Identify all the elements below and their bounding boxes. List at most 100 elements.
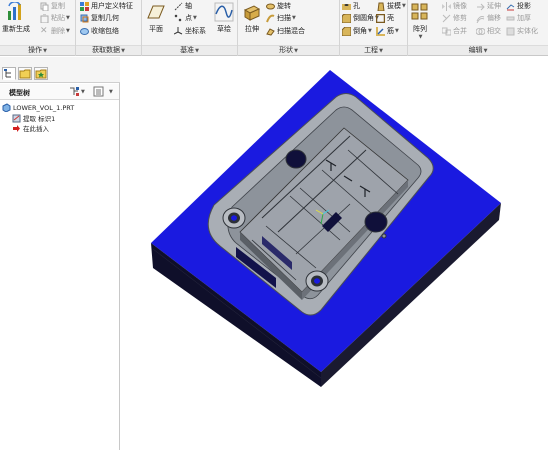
tree-item-extract[interactable]: 提取 标识1	[12, 113, 55, 123]
pattern-dropdown-icon[interactable]: ▼	[419, 34, 423, 40]
project-icon	[506, 2, 515, 11]
thicken-button[interactable]: 加厚	[506, 13, 531, 23]
shell-button[interactable]: 壳	[375, 13, 394, 23]
point-button[interactable]: 点 ▼	[174, 13, 197, 23]
extrude-label: 拉伸	[245, 25, 259, 33]
round-icon	[341, 13, 352, 23]
model-tree-toolbar: 模型树 ▼ ▼	[0, 84, 119, 100]
get-data-dropdown-icon: ▼	[121, 48, 125, 54]
graphics-viewport[interactable]	[121, 57, 548, 450]
copy-geometry-icon	[80, 14, 89, 23]
datum-group-text: 基准	[180, 46, 195, 54]
project-button[interactable]: 投影	[506, 1, 531, 11]
tree-filters-dropdown-icon[interactable]: ▼	[81, 89, 85, 95]
copy-button[interactable]: 复制	[40, 1, 65, 11]
trim-button[interactable]: 修剪	[442, 13, 467, 23]
offset-icon	[476, 14, 485, 23]
swept-blend-button[interactable]: 扫描混合	[266, 26, 305, 36]
pattern-button[interactable]: 阵列 ▼	[410, 2, 430, 40]
trim-icon	[442, 14, 451, 23]
regenerate-button[interactable]: 重新生成	[2, 1, 30, 34]
engineering-group-label[interactable]: 工程▼	[340, 45, 407, 55]
counterbore-left	[222, 207, 246, 229]
swept-blend-icon	[266, 27, 275, 36]
tree-item-root-part[interactable]: LOWER_VOL_1.PRT	[2, 103, 74, 113]
group-get-data: 用户定义特征 复制几何 收缩包络 获取数据▼	[76, 0, 142, 56]
draft-dropdown-icon[interactable]: ▼	[402, 3, 406, 9]
regenerate-icon	[6, 1, 26, 22]
chamfer-dropdown-icon[interactable]: ▼	[368, 28, 372, 34]
delete-button[interactable]: ✕ 删除 ▼	[40, 26, 70, 36]
extend-button[interactable]: 延伸	[476, 1, 501, 11]
thicken-icon	[506, 14, 515, 23]
mirror-label: 镜像	[453, 2, 467, 10]
axis-button[interactable]: 轴	[174, 1, 192, 11]
tree-item-insert-here[interactable]: 在此插入	[12, 123, 49, 133]
tree-filters-icon[interactable]	[69, 86, 80, 97]
rib-dropdown-icon[interactable]: ▼	[395, 28, 399, 34]
mirror-button[interactable]: 镜像	[442, 1, 467, 11]
tree-item-label: 提取 标识1	[23, 115, 56, 123]
plane-button[interactable]: 平面	[146, 2, 166, 34]
shrinkwrap-label: 收缩包络	[91, 27, 119, 35]
tree-settings-dropdown-icon[interactable]: ▼	[109, 89, 113, 95]
csys-button[interactable]: 坐标系	[173, 26, 206, 36]
csys-icon	[173, 26, 183, 36]
group-engineering: 孔 倒圆角 ▼ 倒角 ▼ 拔模 ▼ 壳 筋 ▼ 工程▼	[340, 0, 408, 56]
revolve-button[interactable]: 旋转	[266, 1, 291, 11]
sweep-button[interactable]: 扫描 ▼	[266, 13, 296, 23]
regenerate-label: 重新生成	[2, 25, 30, 33]
shell-label: 壳	[387, 14, 394, 22]
chamfer-button[interactable]: 倒角 ▼	[341, 26, 372, 36]
mold-model-3d[interactable]	[121, 57, 548, 450]
insert-here-arrow-icon	[12, 124, 21, 133]
shapes-dropdown-icon: ▼	[294, 48, 298, 54]
tab-folder-browser[interactable]	[18, 67, 32, 80]
paste-dropdown-icon[interactable]: ▼	[66, 15, 70, 21]
draft-button[interactable]: 拔模 ▼	[376, 1, 406, 11]
extrude-button[interactable]: 拉伸	[242, 2, 262, 34]
group-shapes: 拉伸 旋转 扫描 ▼ 扫描混合 形状▼	[238, 0, 340, 56]
sketch-button[interactable]: 草绘	[214, 2, 234, 34]
udf-button[interactable]: 用户定义特征	[80, 1, 133, 11]
operations-group-label[interactable]: 操作▼	[0, 45, 75, 55]
datum-group-label[interactable]: 基准▼	[142, 45, 237, 55]
shrinkwrap-button[interactable]: 收缩包络	[80, 26, 119, 36]
pattern-label: 阵列	[413, 25, 427, 33]
thicken-label: 加厚	[517, 14, 531, 22]
delete-icon: ✕	[40, 25, 48, 36]
round-button[interactable]: 倒圆角 ▼	[341, 13, 379, 23]
get-data-group-label[interactable]: 获取数据▼	[76, 45, 141, 55]
mirror-icon	[442, 1, 451, 11]
editing-group-label[interactable]: 编辑▼	[408, 45, 548, 55]
panel-tabs	[0, 57, 120, 83]
rib-button[interactable]: 筋 ▼	[376, 26, 399, 36]
part-icon	[2, 103, 11, 113]
extend-icon	[476, 2, 485, 11]
extract-feature-icon	[12, 114, 21, 123]
shapes-group-text: 形状	[279, 46, 294, 54]
engineering-dropdown-icon: ▼	[379, 48, 383, 54]
hole-button[interactable]: 孔	[342, 1, 360, 11]
chamfer-icon	[341, 26, 352, 36]
point-dropdown-icon[interactable]: ▼	[193, 15, 197, 21]
sketch-icon	[214, 2, 234, 22]
shell-icon	[375, 13, 386, 23]
merge-button[interactable]: 合并	[441, 26, 467, 36]
solidify-button[interactable]: 实体化	[506, 26, 538, 36]
extrude-icon	[242, 2, 262, 22]
pattern-icon	[410, 2, 430, 22]
shapes-group-label[interactable]: 形状▼	[238, 45, 339, 55]
swept-blend-label: 扫描混合	[277, 27, 305, 35]
rib-icon	[376, 26, 385, 36]
paste-button[interactable]: 粘贴 ▼	[40, 13, 70, 23]
tab-favorites[interactable]	[34, 67, 48, 80]
intersect-button[interactable]: 相交	[475, 26, 501, 36]
tab-model-tree[interactable]	[2, 67, 16, 80]
copy-geometry-button[interactable]: 复制几何	[80, 13, 119, 23]
delete-dropdown-icon[interactable]: ▼	[66, 28, 70, 34]
sweep-dropdown-icon[interactable]: ▼	[292, 15, 296, 21]
ribbon: 重新生成 复制 粘贴 ▼ ✕ 删除 ▼ 操作▼ 用户定义特征 复制几何 收缩包络…	[0, 0, 548, 56]
offset-button[interactable]: 偏移	[476, 13, 501, 23]
tree-settings-icon[interactable]	[93, 86, 104, 97]
